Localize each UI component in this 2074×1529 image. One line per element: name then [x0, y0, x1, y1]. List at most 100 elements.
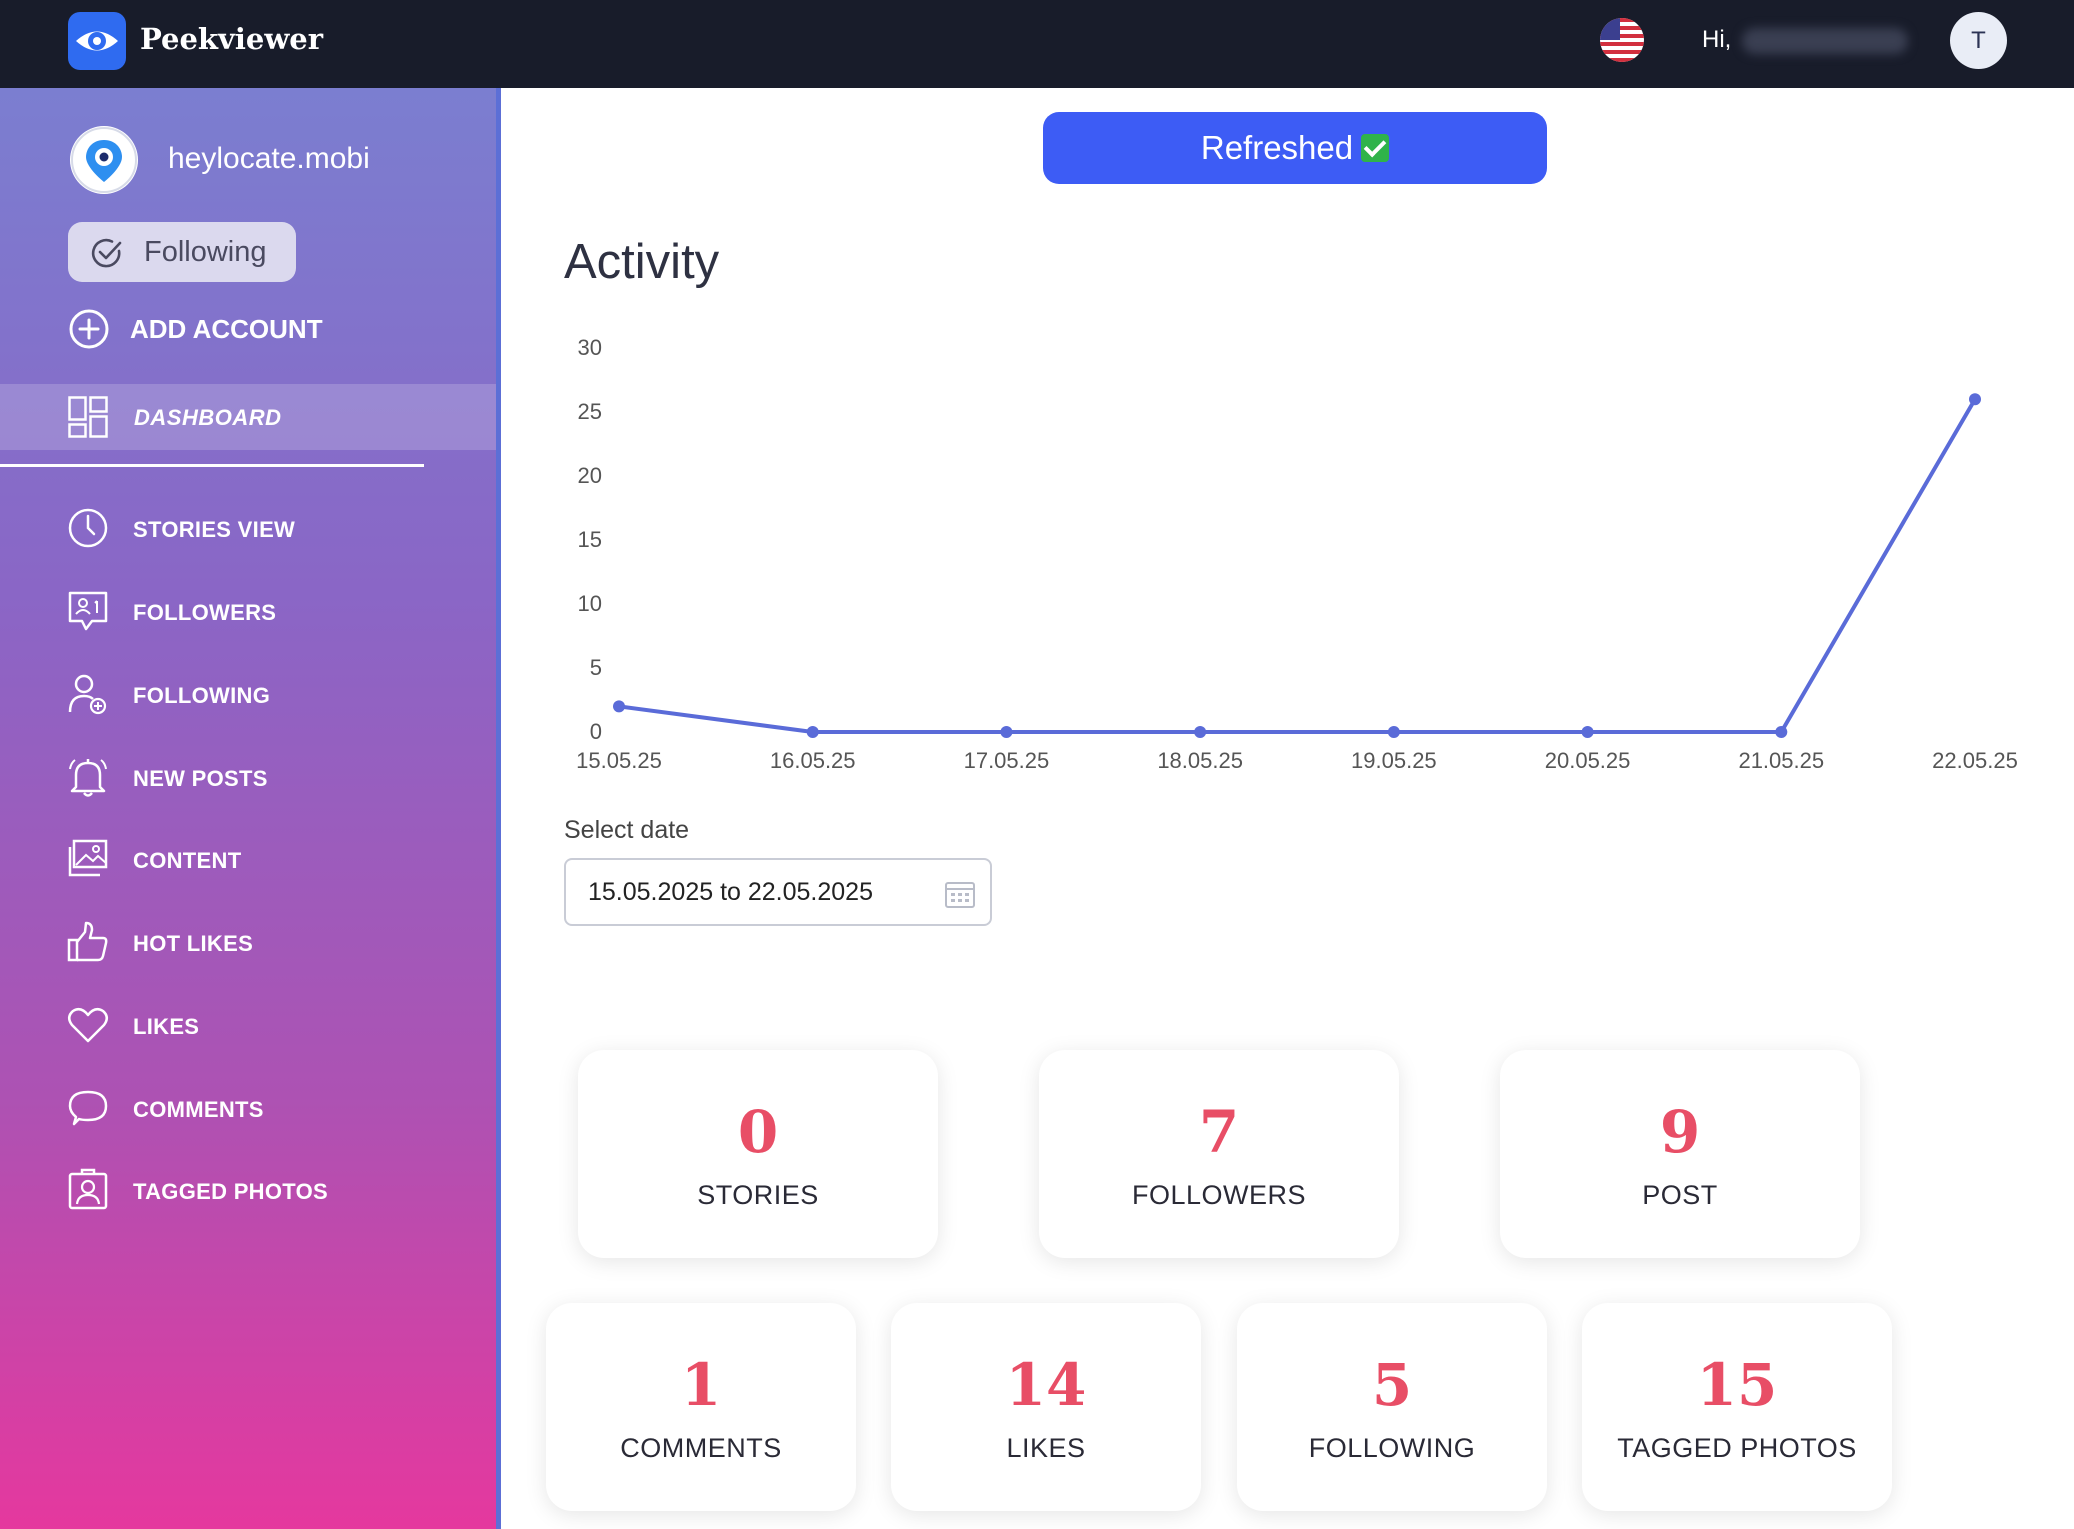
- sidebar-item-following[interactable]: FOLLOWING: [66, 672, 486, 716]
- stat-label: COMMENTS: [620, 1433, 782, 1463]
- sidebar-item-new-posts[interactable]: NEW POSTS: [66, 755, 486, 799]
- calendar-icon[interactable]: [944, 878, 976, 910]
- activity-title: Activity: [564, 235, 720, 289]
- y-tick-label: 20: [578, 463, 602, 488]
- x-tick-label: 21.05.25: [1738, 748, 1824, 773]
- stat-card-stories[interactable]: 0 STORIES: [578, 1050, 938, 1258]
- refresh-button[interactable]: Refreshed: [1043, 112, 1547, 184]
- select-date-label: Select date: [564, 816, 690, 844]
- x-tick-label: 20.05.25: [1545, 748, 1631, 773]
- user-add-icon: [68, 674, 107, 715]
- data-point[interactable]: [1000, 726, 1013, 738]
- sidebar-item-followers[interactable]: FOLLOWERS: [66, 589, 486, 633]
- stat-value: 7: [1198, 1098, 1240, 1166]
- plus-circle-icon: [69, 309, 109, 349]
- comment-icon: [68, 1090, 108, 1126]
- sidebar-item-label: NEW POSTS: [133, 766, 268, 791]
- sidebar: [0, 88, 498, 1529]
- sidebar-item-label: STORIES VIEW: [133, 517, 296, 542]
- brand-name[interactable]: Peekviewer: [140, 22, 323, 56]
- stat-card-following[interactable]: 5 FOLLOWING: [1237, 1303, 1547, 1511]
- data-point[interactable]: [1194, 726, 1207, 738]
- location-pin-icon: [71, 127, 137, 193]
- stat-value: 14: [1005, 1351, 1087, 1419]
- y-tick-label: 15: [578, 527, 602, 552]
- following-button-label: Following: [144, 236, 267, 268]
- x-tick-label: 22.05.25: [1932, 748, 2018, 773]
- sidebar-item-label: TAGGED PHOTOS: [133, 1179, 328, 1204]
- sidebar-item-tagged-photos[interactable]: TAGGED PHOTOS: [66, 1168, 486, 1212]
- refresh-button-label: Refreshed: [1200, 129, 1354, 166]
- dashboard-grid-icon: [68, 396, 108, 438]
- stat-label: LIKES: [1006, 1433, 1086, 1463]
- x-tick-label: 17.05.25: [964, 748, 1050, 773]
- stat-value: 9: [1659, 1098, 1701, 1166]
- clock-icon: [68, 508, 108, 548]
- stat-label: TAGGED PHOTOS: [1617, 1433, 1857, 1463]
- sidebar-separator: [0, 464, 424, 467]
- images-icon: [68, 839, 108, 877]
- sidebar-item-dashboard-label: DASHBOARD: [134, 405, 282, 430]
- y-tick-label: 0: [590, 719, 602, 744]
- activity-line-chart: 0 5 10 15 20 25 30 15.05.25 16.05.25 17.05.25 18.0…: [576, 335, 2018, 773]
- stat-value: 15: [1696, 1351, 1778, 1419]
- data-point[interactable]: [1775, 726, 1788, 738]
- user-avatar[interactable]: T: [1950, 12, 2007, 69]
- account-name: heylocate.mobi: [168, 142, 370, 175]
- us-flag-icon[interactable]: [1600, 18, 1644, 62]
- sidebar-item-comments[interactable]: COMMENTS: [66, 1086, 486, 1130]
- data-point[interactable]: [1581, 726, 1594, 738]
- sidebar-item-label: CONTENT: [133, 848, 242, 873]
- sidebar-item-likes[interactable]: LIKES: [66, 1003, 486, 1047]
- sidebar-item-stories-view[interactable]: STORIES VIEW: [66, 506, 486, 550]
- date-range-value: 15.05.2025 to 22.05.2025: [588, 878, 873, 906]
- data-point[interactable]: [806, 726, 819, 738]
- date-range-input[interactable]: 15.05.2025 to 22.05.2025: [564, 858, 992, 926]
- stat-card-post[interactable]: 9 POST: [1500, 1050, 1860, 1258]
- sidebar-item-hot-likes[interactable]: HOT LIKES: [66, 920, 486, 964]
- stat-label: POST: [1642, 1180, 1718, 1210]
- sidebar-item-content[interactable]: CONTENT: [66, 837, 486, 881]
- y-tick-label: 25: [578, 399, 602, 424]
- y-tick-label: 30: [578, 335, 602, 360]
- sidebar-item-label: FOLLOWING: [133, 683, 271, 708]
- stat-value: 1: [680, 1351, 722, 1419]
- stat-card-likes[interactable]: 14 LIKES: [891, 1303, 1201, 1511]
- blurred-username: [1742, 28, 1908, 54]
- add-account-label: ADD ACCOUNT: [130, 314, 323, 344]
- stat-label: STORIES: [697, 1180, 819, 1210]
- greeting: Hi,: [1702, 26, 1732, 53]
- series-line: [618, 398, 1977, 734]
- stat-label: FOLLOWERS: [1131, 1180, 1307, 1210]
- data-point[interactable]: [613, 700, 625, 713]
- stat-value: 0: [737, 1098, 779, 1166]
- data-point[interactable]: [1969, 393, 1981, 406]
- stat-card-followers[interactable]: 7 FOLLOWERS: [1039, 1050, 1399, 1258]
- x-tick-label: 18.05.25: [1157, 748, 1243, 773]
- y-tick-label: 10: [578, 591, 602, 616]
- heart-icon: [68, 1007, 108, 1043]
- data-point[interactable]: [1387, 726, 1400, 738]
- x-tick-label: 15.05.25: [576, 748, 662, 773]
- stat-card-tagged-photos[interactable]: 15 TAGGED PHOTOS: [1582, 1303, 1892, 1511]
- account-avatar[interactable]: [70, 126, 138, 194]
- check-mark-icon: [1361, 134, 1390, 162]
- followers-chat-icon: [68, 591, 108, 631]
- eye-logo-icon[interactable]: [68, 12, 126, 70]
- stat-value: 5: [1371, 1351, 1413, 1419]
- bell-icon: [69, 759, 107, 797]
- sidebar-item-label: LIKES: [133, 1014, 200, 1039]
- x-tick-label: 16.05.25: [770, 748, 856, 773]
- check-circle-icon: [91, 238, 122, 268]
- thumbs-up-icon: [67, 921, 108, 962]
- sidebar-divider: [496, 88, 501, 1529]
- sidebar-item-dashboard[interactable]: DASHBOARD: [0, 384, 496, 450]
- x-tick-label: 19.05.25: [1351, 748, 1437, 773]
- y-tick-label: 5: [590, 655, 602, 680]
- stat-label: FOLLOWING: [1308, 1433, 1476, 1463]
- add-account-button[interactable]: ADD ACCOUNT: [68, 308, 323, 349]
- top-bar: Peekviewer Hi, T: [0, 0, 2074, 88]
- following-button[interactable]: Following: [68, 222, 296, 282]
- sidebar-item-label: HOT LIKES: [133, 931, 254, 956]
- stat-card-comments[interactable]: 1 COMMENTS: [546, 1303, 856, 1511]
